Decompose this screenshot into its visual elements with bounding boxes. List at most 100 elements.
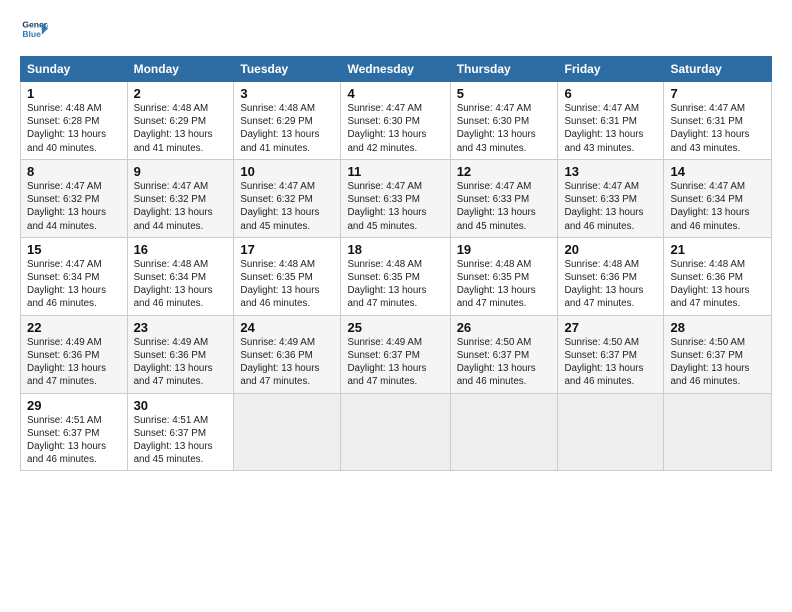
day-info: Sunrise: 4:49 AMSunset: 6:36 PMDaylight:… bbox=[134, 336, 228, 389]
calendar-cell: 1Sunrise: 4:48 AMSunset: 6:28 PMDaylight… bbox=[21, 82, 128, 160]
day-info: Sunrise: 4:47 AMSunset: 6:31 PMDaylight:… bbox=[670, 102, 765, 155]
calendar-cell: 11Sunrise: 4:47 AMSunset: 6:33 PMDayligh… bbox=[341, 159, 450, 237]
day-info: Sunrise: 4:47 AMSunset: 6:32 PMDaylight:… bbox=[240, 180, 334, 233]
day-info: Sunrise: 4:48 AMSunset: 6:29 PMDaylight:… bbox=[240, 102, 334, 155]
calendar-cell: 29Sunrise: 4:51 AMSunset: 6:37 PMDayligh… bbox=[21, 393, 128, 471]
day-number: 1 bbox=[27, 86, 121, 101]
calendar-cell: 8Sunrise: 4:47 AMSunset: 6:32 PMDaylight… bbox=[21, 159, 128, 237]
day-number: 3 bbox=[240, 86, 334, 101]
calendar-cell: 18Sunrise: 4:48 AMSunset: 6:35 PMDayligh… bbox=[341, 237, 450, 315]
calendar-cell: 3Sunrise: 4:48 AMSunset: 6:29 PMDaylight… bbox=[234, 82, 341, 160]
calendar-cell bbox=[558, 393, 664, 471]
day-number: 27 bbox=[564, 320, 657, 335]
calendar-cell: 27Sunrise: 4:50 AMSunset: 6:37 PMDayligh… bbox=[558, 315, 664, 393]
day-number: 9 bbox=[134, 164, 228, 179]
day-number: 8 bbox=[27, 164, 121, 179]
calendar-cell bbox=[450, 393, 558, 471]
day-number: 10 bbox=[240, 164, 334, 179]
day-number: 24 bbox=[240, 320, 334, 335]
day-info: Sunrise: 4:47 AMSunset: 6:30 PMDaylight:… bbox=[457, 102, 552, 155]
calendar-cell: 24Sunrise: 4:49 AMSunset: 6:36 PMDayligh… bbox=[234, 315, 341, 393]
day-info: Sunrise: 4:49 AMSunset: 6:37 PMDaylight:… bbox=[347, 336, 443, 389]
col-header-thursday: Thursday bbox=[450, 57, 558, 82]
day-number: 14 bbox=[670, 164, 765, 179]
calendar-cell: 28Sunrise: 4:50 AMSunset: 6:37 PMDayligh… bbox=[664, 315, 772, 393]
day-number: 17 bbox=[240, 242, 334, 257]
calendar-cell bbox=[664, 393, 772, 471]
day-info: Sunrise: 4:49 AMSunset: 6:36 PMDaylight:… bbox=[27, 336, 121, 389]
calendar-cell: 6Sunrise: 4:47 AMSunset: 6:31 PMDaylight… bbox=[558, 82, 664, 160]
day-info: Sunrise: 4:50 AMSunset: 6:37 PMDaylight:… bbox=[457, 336, 552, 389]
day-info: Sunrise: 4:47 AMSunset: 6:30 PMDaylight:… bbox=[347, 102, 443, 155]
day-info: Sunrise: 4:47 AMSunset: 6:32 PMDaylight:… bbox=[134, 180, 228, 233]
day-info: Sunrise: 4:47 AMSunset: 6:33 PMDaylight:… bbox=[347, 180, 443, 233]
col-header-friday: Friday bbox=[558, 57, 664, 82]
calendar-cell: 25Sunrise: 4:49 AMSunset: 6:37 PMDayligh… bbox=[341, 315, 450, 393]
col-header-monday: Monday bbox=[127, 57, 234, 82]
day-number: 15 bbox=[27, 242, 121, 257]
svg-text:Blue: Blue bbox=[22, 29, 41, 39]
day-number: 7 bbox=[670, 86, 765, 101]
calendar-cell: 10Sunrise: 4:47 AMSunset: 6:32 PMDayligh… bbox=[234, 159, 341, 237]
day-number: 26 bbox=[457, 320, 552, 335]
calendar-cell: 2Sunrise: 4:48 AMSunset: 6:29 PMDaylight… bbox=[127, 82, 234, 160]
calendar-cell bbox=[341, 393, 450, 471]
calendar-cell: 19Sunrise: 4:48 AMSunset: 6:35 PMDayligh… bbox=[450, 237, 558, 315]
day-info: Sunrise: 4:48 AMSunset: 6:28 PMDaylight:… bbox=[27, 102, 121, 155]
day-number: 2 bbox=[134, 86, 228, 101]
day-info: Sunrise: 4:48 AMSunset: 6:36 PMDaylight:… bbox=[670, 258, 765, 311]
day-number: 13 bbox=[564, 164, 657, 179]
day-info: Sunrise: 4:47 AMSunset: 6:32 PMDaylight:… bbox=[27, 180, 121, 233]
calendar-cell: 12Sunrise: 4:47 AMSunset: 6:33 PMDayligh… bbox=[450, 159, 558, 237]
page-header: General Blue bbox=[20, 16, 772, 44]
calendar-cell: 14Sunrise: 4:47 AMSunset: 6:34 PMDayligh… bbox=[664, 159, 772, 237]
calendar-cell: 16Sunrise: 4:48 AMSunset: 6:34 PMDayligh… bbox=[127, 237, 234, 315]
calendar-cell: 13Sunrise: 4:47 AMSunset: 6:33 PMDayligh… bbox=[558, 159, 664, 237]
calendar-cell: 17Sunrise: 4:48 AMSunset: 6:35 PMDayligh… bbox=[234, 237, 341, 315]
calendar-table: SundayMondayTuesdayWednesdayThursdayFrid… bbox=[20, 56, 772, 471]
day-info: Sunrise: 4:48 AMSunset: 6:29 PMDaylight:… bbox=[134, 102, 228, 155]
day-number: 11 bbox=[347, 164, 443, 179]
day-info: Sunrise: 4:49 AMSunset: 6:36 PMDaylight:… bbox=[240, 336, 334, 389]
day-number: 22 bbox=[27, 320, 121, 335]
day-info: Sunrise: 4:48 AMSunset: 6:36 PMDaylight:… bbox=[564, 258, 657, 311]
day-info: Sunrise: 4:47 AMSunset: 6:34 PMDaylight:… bbox=[27, 258, 121, 311]
calendar-cell: 4Sunrise: 4:47 AMSunset: 6:30 PMDaylight… bbox=[341, 82, 450, 160]
day-info: Sunrise: 4:48 AMSunset: 6:35 PMDaylight:… bbox=[347, 258, 443, 311]
calendar-cell bbox=[234, 393, 341, 471]
day-number: 19 bbox=[457, 242, 552, 257]
day-info: Sunrise: 4:51 AMSunset: 6:37 PMDaylight:… bbox=[134, 414, 228, 467]
col-header-wednesday: Wednesday bbox=[341, 57, 450, 82]
day-number: 25 bbox=[347, 320, 443, 335]
day-number: 6 bbox=[564, 86, 657, 101]
day-info: Sunrise: 4:47 AMSunset: 6:33 PMDaylight:… bbox=[457, 180, 552, 233]
calendar-cell: 20Sunrise: 4:48 AMSunset: 6:36 PMDayligh… bbox=[558, 237, 664, 315]
calendar-cell: 9Sunrise: 4:47 AMSunset: 6:32 PMDaylight… bbox=[127, 159, 234, 237]
day-number: 18 bbox=[347, 242, 443, 257]
calendar-cell: 22Sunrise: 4:49 AMSunset: 6:36 PMDayligh… bbox=[21, 315, 128, 393]
logo-icon: General Blue bbox=[20, 16, 48, 44]
calendar-cell: 26Sunrise: 4:50 AMSunset: 6:37 PMDayligh… bbox=[450, 315, 558, 393]
day-info: Sunrise: 4:47 AMSunset: 6:34 PMDaylight:… bbox=[670, 180, 765, 233]
day-number: 28 bbox=[670, 320, 765, 335]
logo: General Blue bbox=[20, 16, 52, 44]
col-header-saturday: Saturday bbox=[664, 57, 772, 82]
day-info: Sunrise: 4:51 AMSunset: 6:37 PMDaylight:… bbox=[27, 414, 121, 467]
col-header-tuesday: Tuesday bbox=[234, 57, 341, 82]
day-number: 16 bbox=[134, 242, 228, 257]
day-info: Sunrise: 4:48 AMSunset: 6:34 PMDaylight:… bbox=[134, 258, 228, 311]
day-info: Sunrise: 4:50 AMSunset: 6:37 PMDaylight:… bbox=[670, 336, 765, 389]
day-number: 12 bbox=[457, 164, 552, 179]
calendar-cell: 15Sunrise: 4:47 AMSunset: 6:34 PMDayligh… bbox=[21, 237, 128, 315]
day-number: 21 bbox=[670, 242, 765, 257]
day-info: Sunrise: 4:47 AMSunset: 6:33 PMDaylight:… bbox=[564, 180, 657, 233]
calendar-cell: 7Sunrise: 4:47 AMSunset: 6:31 PMDaylight… bbox=[664, 82, 772, 160]
day-info: Sunrise: 4:47 AMSunset: 6:31 PMDaylight:… bbox=[564, 102, 657, 155]
day-info: Sunrise: 4:48 AMSunset: 6:35 PMDaylight:… bbox=[457, 258, 552, 311]
col-header-sunday: Sunday bbox=[21, 57, 128, 82]
day-number: 20 bbox=[564, 242, 657, 257]
day-number: 5 bbox=[457, 86, 552, 101]
day-number: 4 bbox=[347, 86, 443, 101]
day-number: 30 bbox=[134, 398, 228, 413]
calendar-cell: 30Sunrise: 4:51 AMSunset: 6:37 PMDayligh… bbox=[127, 393, 234, 471]
